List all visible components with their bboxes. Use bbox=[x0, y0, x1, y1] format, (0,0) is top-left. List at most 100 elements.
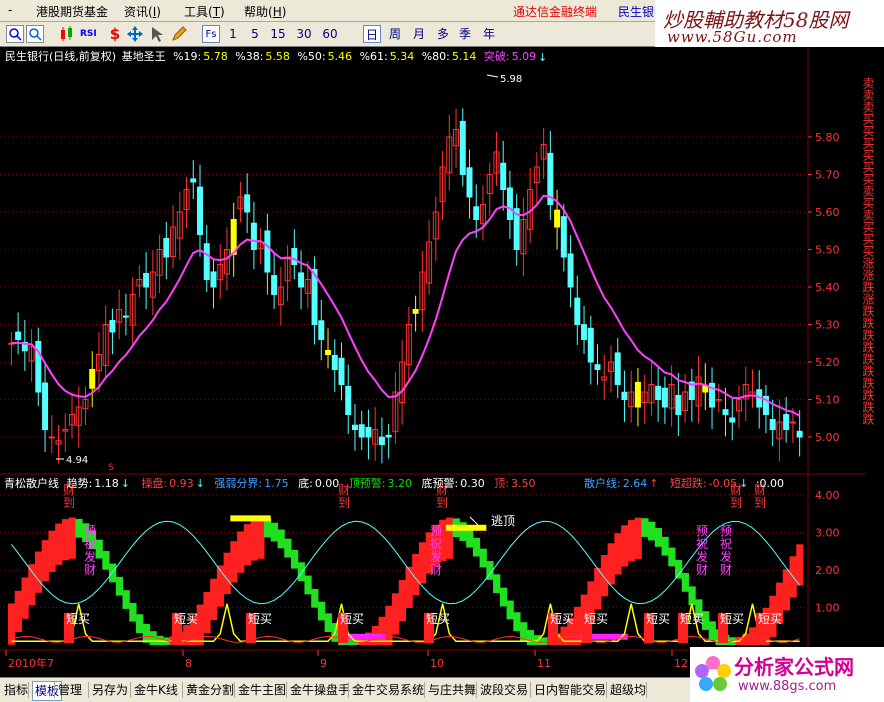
period-year[interactable]: 年 bbox=[480, 25, 498, 43]
period-15[interactable]: 15 bbox=[268, 25, 288, 43]
candle-body[interactable] bbox=[634, 381, 641, 408]
candle-body[interactable] bbox=[15, 331, 22, 341]
candle-body[interactable] bbox=[163, 237, 170, 258]
candle-body[interactable] bbox=[574, 297, 581, 326]
candle-body[interactable] bbox=[291, 247, 298, 266]
period-1[interactable]: 1 bbox=[226, 25, 240, 43]
menu-item-help[interactable]: 帮助(H) bbox=[244, 3, 286, 20]
period-5[interactable]: 5 bbox=[248, 25, 262, 43]
formula-tab[interactable]: 波段交易 bbox=[480, 681, 528, 699]
short-buy-label: 短买 bbox=[680, 612, 704, 626]
candle-body[interactable] bbox=[338, 357, 345, 385]
candles[interactable] bbox=[8, 108, 803, 464]
candle-body[interactable] bbox=[143, 273, 150, 288]
rsi-icon[interactable]: RSI bbox=[80, 25, 100, 43]
formula-tab[interactable]: 另存为 bbox=[92, 681, 128, 699]
candle-body[interactable] bbox=[109, 319, 116, 333]
candle-body[interactable] bbox=[769, 419, 776, 430]
candle-body[interactable] bbox=[250, 222, 257, 250]
candle-body[interactable] bbox=[500, 162, 507, 190]
x-tick-label: 12 bbox=[674, 657, 688, 670]
period-multi[interactable]: 多 bbox=[434, 25, 452, 43]
candle-body[interactable] bbox=[298, 272, 305, 288]
candle-body[interactable] bbox=[789, 421, 796, 424]
search-icon[interactable] bbox=[26, 25, 44, 43]
candle-body[interactable] bbox=[473, 206, 480, 220]
candle-body[interactable] bbox=[89, 369, 96, 389]
period-day[interactable]: 日 bbox=[363, 25, 381, 43]
chart-area[interactable]: 5.80 5.70 5.60 5.50 5.40 5.30 5.20 5.10 5.00 民生银… bbox=[0, 47, 884, 677]
candle-body[interactable] bbox=[203, 243, 210, 281]
candle-body[interactable] bbox=[385, 434, 392, 438]
candle-body[interactable] bbox=[365, 426, 372, 438]
zoom-icon[interactable] bbox=[6, 25, 24, 43]
formula-tab[interactable]: 金牛交易系统 bbox=[352, 681, 424, 699]
candle-body[interactable] bbox=[412, 309, 419, 314]
formula-tab[interactable]: 日内智能交易 bbox=[534, 681, 606, 699]
menu-item-futures[interactable]: 港股期货基金 bbox=[36, 3, 108, 20]
candle-body[interactable] bbox=[783, 414, 790, 431]
dollar-icon[interactable]: $ bbox=[106, 25, 124, 43]
candle-body[interactable] bbox=[345, 385, 352, 416]
formula-tab[interactable]: 金牛操盘手 bbox=[290, 681, 350, 699]
formula-tab[interactable]: 管理 bbox=[58, 681, 82, 699]
peak-cap bbox=[230, 515, 271, 522]
candle-body[interactable] bbox=[594, 364, 601, 371]
move-icon[interactable] bbox=[126, 25, 144, 43]
period-quarter[interactable]: 季 bbox=[456, 25, 474, 43]
candle-body[interactable] bbox=[729, 417, 736, 423]
candle-body[interactable] bbox=[358, 424, 365, 438]
hotlink-terminal[interactable]: 通达信金融终端 bbox=[513, 3, 597, 20]
candle-body[interactable] bbox=[318, 320, 325, 340]
kline-icon[interactable] bbox=[58, 25, 76, 43]
candle-body[interactable] bbox=[554, 209, 561, 228]
cursor-icon[interactable] bbox=[148, 25, 166, 43]
menu-item-tools[interactable]: 工具(T) bbox=[184, 3, 225, 20]
trend-bar bbox=[61, 519, 70, 561]
candle-body[interactable] bbox=[351, 424, 358, 431]
candle-body[interactable] bbox=[614, 352, 621, 385]
candle-body[interactable] bbox=[581, 324, 588, 341]
period-60[interactable]: 60 bbox=[320, 25, 340, 43]
candle-body[interactable] bbox=[264, 230, 271, 273]
candle-body[interactable] bbox=[587, 327, 594, 363]
candle-body[interactable] bbox=[122, 315, 129, 318]
candle-body[interactable] bbox=[459, 120, 466, 175]
menu-item-news[interactable]: 资讯(I) bbox=[124, 3, 161, 20]
candle-body[interactable] bbox=[466, 167, 473, 198]
period-month[interactable]: 月 bbox=[410, 25, 428, 43]
sub-item-8-label: 短超跌: bbox=[670, 476, 707, 490]
candle-body[interactable] bbox=[567, 253, 574, 288]
candle-body[interactable] bbox=[210, 271, 217, 288]
candle-body[interactable] bbox=[48, 436, 55, 439]
candle-body[interactable] bbox=[271, 275, 278, 296]
candle-body[interactable] bbox=[675, 394, 682, 415]
candle-body[interactable] bbox=[244, 194, 251, 213]
candle-body[interactable] bbox=[621, 391, 628, 400]
formula-tab[interactable]: 指标 bbox=[4, 681, 28, 699]
formula-tab[interactable]: 与庄共舞 bbox=[428, 681, 476, 699]
pct80-value: 5.14 bbox=[452, 50, 477, 63]
candle-body[interactable] bbox=[722, 409, 729, 416]
candle-body[interactable] bbox=[506, 187, 513, 220]
pencil-icon[interactable] bbox=[170, 25, 188, 43]
candle-body[interactable] bbox=[197, 186, 204, 235]
candle-body[interactable] bbox=[331, 354, 338, 370]
candle-body[interactable] bbox=[190, 178, 197, 183]
candle-body[interactable] bbox=[42, 382, 49, 431]
period-30[interactable]: 30 bbox=[294, 25, 314, 43]
candle-body[interactable] bbox=[661, 387, 668, 408]
formula-tab[interactable]: 金牛主图 bbox=[238, 681, 286, 699]
candle-body[interactable] bbox=[378, 436, 385, 446]
formula-tab[interactable]: 金牛K线 bbox=[134, 681, 178, 699]
candle-body[interactable] bbox=[325, 350, 332, 355]
formula-tab[interactable]: 黄金分割 bbox=[186, 681, 234, 699]
trend-bar bbox=[499, 587, 508, 607]
candle-body[interactable] bbox=[796, 430, 803, 438]
fs-button[interactable]: Fs bbox=[202, 25, 220, 43]
stock-code-icon[interactable]: - bbox=[8, 3, 12, 17]
candle-body[interactable] bbox=[655, 385, 662, 400]
period-week[interactable]: 周 bbox=[386, 25, 404, 43]
candle-body[interactable] bbox=[560, 216, 567, 258]
formula-tab[interactable]: 超级均 bbox=[610, 681, 646, 699]
